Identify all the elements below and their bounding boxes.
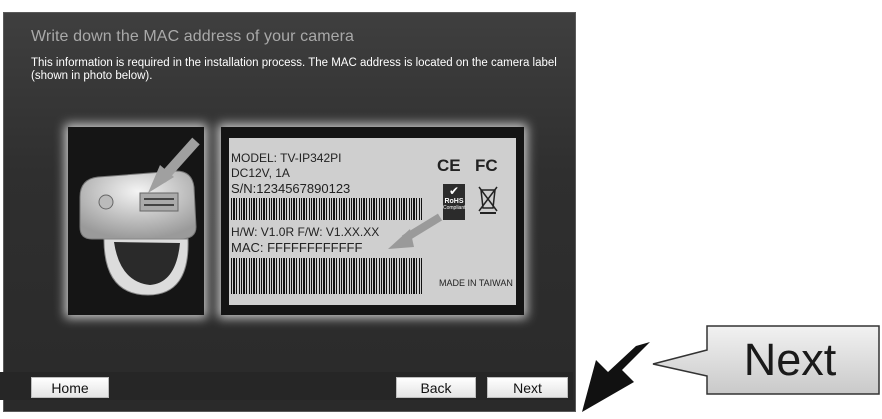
next-button[interactable]: Next (487, 377, 568, 398)
rohs-text: RoHS (444, 198, 464, 205)
mac-barcode (231, 258, 423, 294)
wizard-title: Write down the MAC address of your camer… (31, 28, 355, 45)
pointer-arrow-icon (582, 342, 650, 412)
wizard-description: This information is required in the inst… (31, 57, 557, 82)
rohs-compliant-text: Compliant (443, 205, 466, 211)
home-button[interactable]: Home (31, 377, 109, 398)
made-in-text: MADE IN TAIWAN (439, 278, 513, 288)
label-power: DC12V, 1A (231, 166, 290, 180)
arrow-icon (388, 213, 443, 249)
product-label: MODEL: TV-IP342PI DC12V, 1A S/N:12345678… (229, 138, 516, 305)
dome-camera-image (68, 127, 204, 315)
label-model: MODEL: TV-IP342PI (231, 151, 342, 165)
rohs-badge: ✔ RoHS Compliant (443, 184, 466, 220)
weee-bin-icon (478, 186, 498, 214)
checkmark-icon: ✔ (448, 184, 460, 198)
camera-label-photo: MODEL: TV-IP342PI DC12V, 1A S/N:12345678… (221, 127, 524, 315)
label-serial: S/N:1234567890123 (231, 181, 351, 196)
fcc-mark: FC (475, 156, 498, 175)
ce-mark: CE (437, 156, 461, 175)
back-button[interactable]: Back (396, 377, 476, 398)
callout-label: Next (743, 334, 837, 385)
label-mac: MAC: FFFFFFFFFFFF (231, 240, 363, 255)
label-hw-fw: H/W: V1.0R F/W: V1.XX.XX (231, 225, 380, 239)
camera-photo (68, 127, 204, 315)
